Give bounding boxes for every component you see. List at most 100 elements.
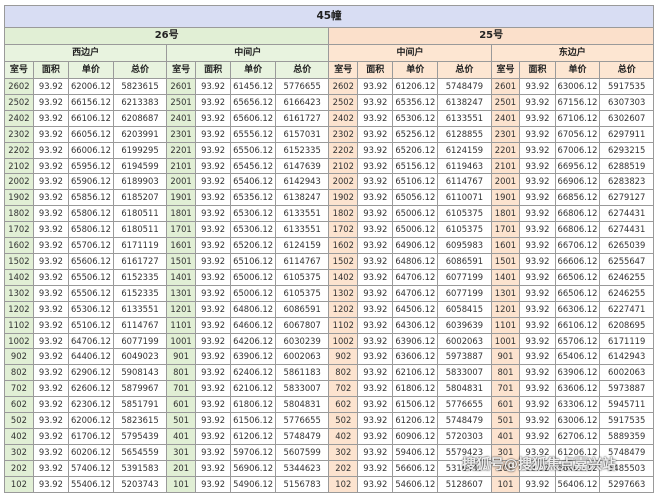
room-number-cell: 2501 — [166, 93, 196, 111]
room-number-cell: 2201 — [490, 141, 521, 159]
room-number-cell: 302 — [328, 443, 359, 461]
room-number-cell: 1201 — [166, 300, 196, 318]
area-cell: 93.92 — [357, 157, 394, 175]
table-row: 702 93.92 62606.12 5879967 701 93.92 62106.12 5… — [4, 380, 654, 398]
total-price-cell: 6157031 — [275, 125, 330, 143]
unit-price-cell: 66806.12 — [554, 221, 601, 239]
unit-price-cell: 65106.12 — [230, 252, 277, 270]
area-cell: 93.92 — [519, 300, 556, 318]
room-number-cell: 1502 — [328, 252, 359, 270]
total-price-cell: 6114767 — [112, 316, 168, 334]
total-price-cell: 6138247 — [275, 189, 330, 207]
total-price-cell: 5861183 — [275, 364, 330, 382]
total-price-cell: 5156783 — [275, 475, 330, 493]
area-cell: 93.92 — [519, 173, 556, 191]
area-cell: 93.92 — [357, 475, 394, 493]
unit-price-cell: 65956.12 — [68, 157, 114, 175]
total-price-cell: 5776655 — [275, 412, 330, 429]
area-cell: 93.92 — [357, 459, 394, 477]
area-cell: 93.92 — [194, 109, 232, 127]
total-price-cell: 6152335 — [112, 268, 168, 286]
room-number-cell: 2401 — [166, 109, 196, 127]
unit-price-cell: 66156.12 — [68, 93, 114, 111]
room-number-cell: 1802 — [4, 205, 34, 223]
total-price-cell: 6180511 — [112, 221, 168, 239]
area-cell: 93.92 — [194, 157, 232, 175]
total-price-cell: 6105375 — [437, 205, 492, 223]
room-number-cell: 2501 — [490, 93, 521, 111]
unit-price-cell: 63306.12 — [554, 396, 601, 414]
room-number-cell: 402 — [4, 427, 34, 445]
total-price-cell: 5297663 — [599, 475, 654, 493]
column-header: 单价 — [68, 61, 114, 79]
room-number-cell: 1401 — [166, 268, 196, 286]
unit-price-cell: 61506.12 — [392, 396, 439, 414]
total-price-cell: 6147639 — [275, 157, 330, 175]
room-number-cell: 301 — [166, 443, 196, 461]
total-price-cell: 6161727 — [112, 252, 168, 270]
total-price-cell: 5833007 — [437, 364, 492, 382]
total-price-cell: 6049023 — [112, 348, 168, 366]
total-price-cell: 6279127 — [599, 189, 654, 207]
area-cell: 93.92 — [194, 268, 232, 286]
unit-price-cell: 65906.12 — [68, 173, 114, 191]
room-number-cell: 602 — [4, 396, 34, 414]
total-price-cell: 6189903 — [112, 173, 168, 191]
title-row: 45幢 — [4, 5, 654, 28]
unit-price-cell: 62406.12 — [230, 364, 277, 382]
area-cell: 93.92 — [357, 443, 394, 461]
room-number-cell: 702 — [4, 380, 34, 398]
total-price-cell: 5804831 — [275, 396, 330, 414]
unit-price-cell: 64406.12 — [68, 348, 114, 366]
area-cell: 93.92 — [519, 380, 556, 398]
area-cell: 93.92 — [194, 173, 232, 191]
area-cell: 93.92 — [194, 396, 232, 414]
total-price-cell: 5973887 — [599, 380, 654, 398]
total-price-cell: 5748479 — [275, 427, 330, 445]
total-price-cell: 5748479 — [437, 78, 492, 95]
area-cell: 93.92 — [32, 443, 70, 461]
area-cell: 93.92 — [519, 78, 556, 95]
room-number-cell: 102 — [4, 475, 34, 493]
total-price-cell: 6095983 — [437, 237, 492, 254]
total-price-cell: 6138247 — [437, 93, 492, 111]
total-price-cell: 6067807 — [275, 316, 330, 334]
table-row: 1902 93.92 65856.12 6185207 1901 93.92 65356.1… — [4, 189, 654, 207]
total-price-cell: 6124159 — [437, 141, 492, 159]
column-header: 室号 — [4, 61, 34, 79]
total-price-cell: 6297911 — [599, 125, 654, 143]
total-price-cell: 6152335 — [275, 141, 330, 159]
column-header: 室号 — [166, 61, 196, 79]
area-cell: 93.92 — [357, 348, 394, 366]
unit-price-cell: 54606.12 — [392, 475, 439, 493]
unit-price-cell: 64906.12 — [392, 237, 439, 254]
unit-price-cell: 66106.12 — [554, 316, 601, 334]
room-number-cell: 1801 — [166, 205, 196, 223]
building-25-header: 25号 — [328, 27, 654, 45]
area-cell: 93.92 — [194, 443, 232, 461]
unit-price-cell: 64506.12 — [392, 300, 439, 318]
area-cell: 93.92 — [357, 364, 394, 382]
room-number-cell: 1202 — [4, 300, 34, 318]
unit-price-cell: 65306.12 — [68, 300, 114, 318]
unit-group-middle-25: 中间户 — [328, 44, 492, 62]
area-cell: 93.92 — [357, 78, 394, 95]
room-number-cell: 1102 — [4, 316, 34, 334]
area-cell: 93.92 — [32, 332, 70, 350]
unit-price-cell: 61456.12 — [230, 78, 277, 95]
total-price-cell: 6246255 — [599, 284, 654, 302]
area-cell: 93.92 — [32, 316, 70, 334]
room-number-cell: 1702 — [4, 221, 34, 239]
total-price-cell: 5391583 — [112, 459, 168, 477]
table-row: 1002 93.92 64706.12 6077199 1001 93.92 64206.1… — [4, 332, 654, 350]
room-number-cell: 2102 — [4, 157, 34, 175]
unit-price-cell: 62106.12 — [392, 364, 439, 382]
area-cell: 93.92 — [194, 364, 232, 382]
total-price-cell: 6213383 — [112, 93, 168, 111]
unit-price-cell: 66506.12 — [554, 284, 601, 302]
unit-price-cell: 65806.12 — [68, 221, 114, 239]
table-row: 102 93.92 55406.12 5203743 101 93.92 54906.12 5… — [4, 475, 654, 493]
area-cell: 93.92 — [194, 316, 232, 334]
area-cell: 93.92 — [357, 125, 394, 143]
unit-price-cell: 65306.12 — [230, 221, 277, 239]
